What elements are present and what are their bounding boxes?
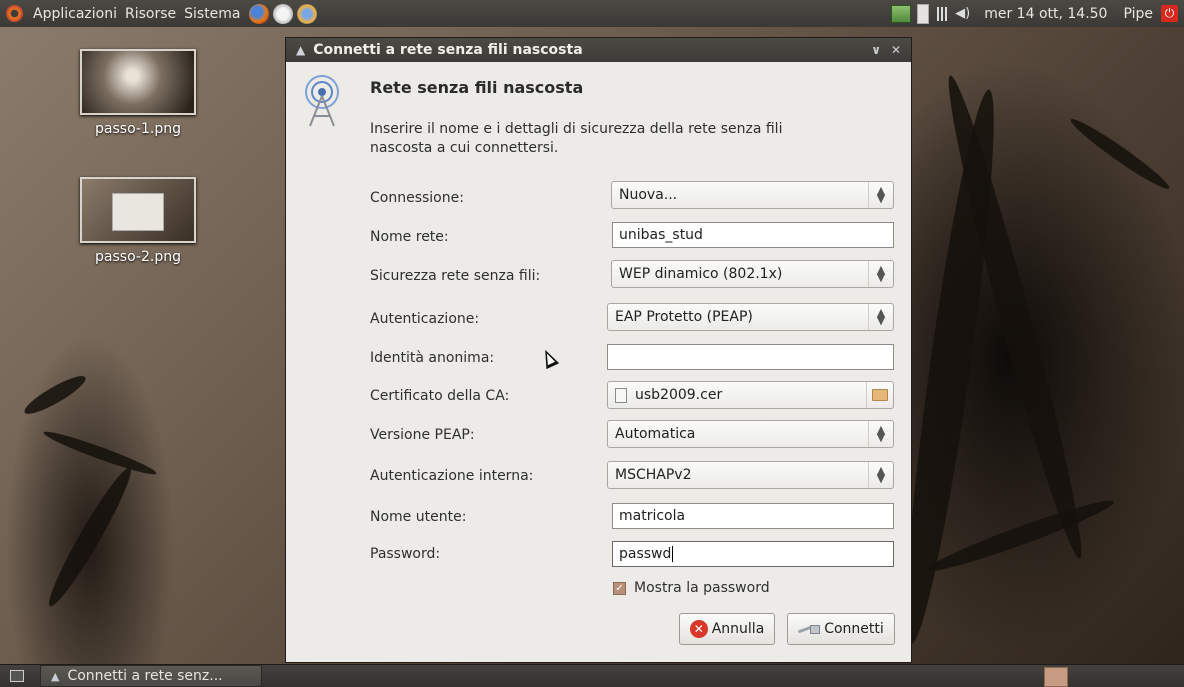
network-name-value: unibas_stud (619, 227, 703, 243)
cancel-button[interactable]: ✕ Annulla (679, 613, 775, 645)
mail-icon[interactable] (272, 3, 293, 24)
combo-arrows-icon: ▲ ▼ (868, 182, 893, 208)
menu-applicazioni[interactable]: Applicazioni (29, 6, 121, 22)
system-tray: ◀︎) mer 14 ott, 14.50 Pipe ⏻ (891, 3, 1184, 24)
anonymous-identity-field[interactable] (607, 344, 894, 370)
combo-arrows-icon: ▲ ▼ (868, 261, 893, 287)
checkbox-checked-icon: ✓ (613, 581, 626, 595)
authentication-label: Autenticazione: (370, 311, 480, 327)
username-value: matricola (619, 508, 686, 524)
cancel-icon: ✕ (689, 620, 708, 638)
desktop-file-label: passo-1.png (95, 121, 181, 137)
desktop-file-passo-2[interactable]: passo-2.png (68, 177, 208, 265)
combo-arrows-icon: ▲ ▼ (868, 304, 893, 330)
network-name-field[interactable]: unibas_stud (612, 222, 894, 248)
hidden-wireless-dialog: ▲ Connetti a rete senza fili nascosta ∨ … (285, 37, 912, 663)
password-label: Password: (370, 546, 441, 562)
wallpaper-stroke (41, 462, 139, 612)
bottom-panel: ▲ Connetti a rete senz... (0, 664, 1184, 687)
close-icon[interactable]: ✕ (891, 43, 901, 57)
security-label: Sicurezza rete senza fili: (370, 268, 541, 284)
wallpaper-stroke (41, 426, 159, 480)
anonymous-identity-label: Identità anonima: (370, 350, 495, 366)
wallpaper-stroke (20, 370, 90, 420)
show-password-checkbox[interactable]: ✓ Mostra la password (613, 580, 770, 596)
update-icon[interactable] (891, 4, 912, 23)
connection-value: Nuova... (619, 187, 678, 203)
firefox-icon[interactable] (248, 3, 269, 24)
image-thumbnail (80, 49, 196, 115)
password-value: passwd (619, 546, 672, 562)
network-app-icon: ▲ (51, 669, 60, 683)
workspace-switcher[interactable] (1044, 667, 1068, 687)
connect-button[interactable]: Connetti (787, 613, 895, 645)
connection-select[interactable]: Nuova... ▲ ▼ (611, 181, 894, 209)
peap-version-value: Automatica (615, 426, 696, 442)
open-folder-icon[interactable] (866, 382, 893, 408)
security-value: WEP dinamico (802.1x) (619, 266, 783, 282)
security-select[interactable]: WEP dinamico (802.1x) ▲ ▼ (611, 260, 894, 288)
cancel-button-label: Annulla (711, 621, 765, 637)
inner-auth-label: Autenticazione interna: (370, 468, 534, 484)
menu-sistema[interactable]: Sistema (180, 6, 244, 22)
ca-certificate-chooser[interactable]: usb2009.cer (607, 381, 894, 409)
text-caret (672, 546, 674, 562)
authentication-value: EAP Protetto (PEAP) (615, 309, 753, 325)
authentication-select[interactable]: EAP Protetto (PEAP) ▲ ▼ (607, 303, 894, 331)
shutdown-icon[interactable]: ⏻ (1161, 5, 1178, 22)
menu-risorse[interactable]: Risorse (121, 6, 180, 22)
network-name-label: Nome rete: (370, 229, 449, 245)
dialog-title: Connetti a rete senza fili nascosta (313, 42, 583, 58)
connection-label: Connessione: (370, 190, 464, 206)
password-field[interactable]: passwd (612, 541, 894, 567)
peap-version-label: Versione PEAP: (370, 427, 475, 443)
help-icon[interactable] (296, 3, 317, 24)
wallpaper-stroke (922, 493, 1118, 579)
connect-button-label: Connetti (824, 621, 884, 637)
wallpaper-stroke (1066, 113, 1174, 195)
battery-icon[interactable] (917, 3, 930, 24)
signal-icon[interactable] (935, 6, 950, 21)
combo-arrows-icon: ▲ ▼ (868, 462, 893, 488)
desktop-file-passo-1[interactable]: passo-1.png (68, 49, 208, 137)
inner-auth-value: MSCHAPv2 (615, 467, 692, 483)
username-label: Nome utente: (370, 509, 467, 525)
top-panel: Applicazioni Risorse Sistema ◀︎) mer 14 … (0, 0, 1184, 28)
ca-certificate-label: Certificato della CA: (370, 388, 510, 404)
username-field[interactable]: matricola (612, 503, 894, 529)
wireless-network-icon (305, 75, 339, 127)
window-controls: ∨ ✕ (871, 43, 911, 57)
connect-plug-icon (798, 624, 821, 634)
show-desktop-icon[interactable] (10, 670, 24, 682)
ca-certificate-value: usb2009.cer (635, 387, 723, 403)
combo-arrows-icon: ▲ ▼ (868, 421, 893, 447)
volume-icon[interactable]: ◀︎) (955, 6, 970, 21)
peap-version-select[interactable]: Automatica ▲ ▼ (607, 420, 894, 448)
clock[interactable]: mer 14 ott, 14.50 (976, 6, 1115, 22)
dialog-heading: Rete senza fili nascosta (370, 78, 584, 97)
window-menu-icon[interactable]: ∨ (871, 43, 881, 57)
dialog-description: Inserire il nome e i dettagli di sicurez… (370, 121, 783, 156)
image-thumbnail (80, 177, 196, 243)
inner-auth-select[interactable]: MSCHAPv2 ▲ ▼ (607, 461, 894, 489)
ubuntu-logo-icon[interactable] (6, 5, 23, 22)
network-app-icon: ▲ (296, 43, 306, 57)
desktop-file-label: passo-2.png (95, 249, 181, 265)
file-icon (615, 387, 627, 403)
taskbar-window-button[interactable]: ▲ Connetti a rete senz... (40, 665, 262, 687)
user-name[interactable]: Pipe (1121, 6, 1155, 22)
taskbar-window-label: Connetti a rete senz... (67, 668, 223, 684)
show-password-label: Mostra la password (634, 580, 770, 596)
dialog-titlebar[interactable]: ▲ Connetti a rete senza fili nascosta ∨ … (286, 38, 911, 62)
